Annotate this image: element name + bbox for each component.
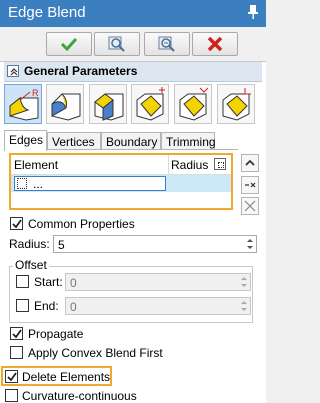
cancel-button[interactable]	[192, 32, 238, 56]
element-cell[interactable]: ...	[14, 176, 166, 191]
close-icon	[207, 36, 223, 52]
element-tabs: Edges Vertices Boundary Trimming	[4, 130, 216, 151]
column-divider	[168, 155, 169, 175]
blend-mode-variable-button[interactable]	[89, 84, 127, 124]
checkmark-icon	[7, 372, 17, 382]
curvature-continuous-label: Curvature-continuous	[22, 389, 137, 403]
chevron-up-icon	[245, 159, 255, 166]
end-offset-checkbox[interactable]	[16, 299, 29, 312]
convex-blend-checkbox[interactable]	[10, 346, 23, 359]
preview-button[interactable]	[94, 32, 140, 56]
corner-blend-icon	[179, 87, 209, 121]
tab-boundary[interactable]: Boundary	[101, 132, 161, 150]
radius-blend-icon: R	[9, 88, 39, 121]
common-properties-label: Common Properties	[28, 217, 135, 231]
radius-value: 5	[58, 238, 65, 252]
general-parameters-header[interactable]: General Parameters	[4, 62, 262, 82]
preview-icon	[108, 36, 125, 52]
clear-button[interactable]	[241, 197, 259, 215]
propagate-label: Propagate	[28, 327, 84, 341]
parameters-panel: General Parameters R Edges Vertices Boun…	[0, 62, 266, 403]
start-offset-checkbox[interactable]	[16, 275, 29, 288]
blend-mode-corner-button[interactable]	[174, 84, 212, 124]
propagate-checkbox[interactable]	[10, 327, 23, 340]
blend-mode-vertex-button[interactable]	[217, 84, 255, 124]
selection-icon	[17, 178, 27, 189]
end-offset-input[interactable]: 0	[65, 297, 251, 315]
blend-mode-radius-button[interactable]: R	[4, 84, 42, 124]
delete-elements-checkbox[interactable]	[5, 370, 18, 383]
window-title: Edge Blend	[8, 4, 86, 21]
spinner-icon[interactable]	[245, 237, 255, 251]
column-settings-icon[interactable]	[214, 158, 226, 170]
svg-text:R: R	[32, 88, 39, 98]
start-offset-label: Start:	[34, 275, 63, 289]
tab-edges[interactable]: Edges	[4, 130, 47, 151]
section-title: General Parameters	[24, 64, 138, 78]
checkmark-icon	[12, 329, 22, 339]
title-bar: Edge Blend	[0, 0, 266, 27]
column-header-element: Element	[14, 158, 59, 172]
vertex-blend-icon	[222, 88, 251, 121]
curvature-continuous-checkbox[interactable]	[5, 389, 18, 402]
tab-vertices[interactable]: Vertices	[47, 132, 101, 150]
column-header-radius: Radius	[171, 158, 209, 172]
table-header: Element Radius	[11, 155, 231, 175]
checkmark-icon	[12, 219, 22, 229]
action-toolbar	[0, 27, 266, 61]
table-row[interactable]: ...	[11, 175, 231, 192]
start-offset-value: 0	[70, 276, 77, 290]
remove-row-button[interactable]	[241, 176, 259, 194]
spinner-icon	[241, 277, 247, 287]
offset-group-title: Offset	[13, 258, 49, 272]
move-up-button[interactable]	[241, 154, 259, 172]
element-cell-text: ...	[33, 177, 44, 191]
ok-button[interactable]	[46, 32, 92, 56]
chamfer-blend-icon	[51, 93, 81, 121]
start-offset-input[interactable]: 0	[65, 273, 251, 291]
collapse-icon[interactable]	[7, 65, 19, 77]
blend-mode-toolbar: R	[4, 84, 262, 126]
pin-icon[interactable]	[248, 5, 258, 19]
radius-input[interactable]: 5	[53, 235, 257, 253]
checkmark-icon	[60, 37, 78, 51]
delete-elements-label: Delete Elements	[22, 370, 111, 384]
detail-preview-icon	[158, 36, 175, 52]
convex-blend-label: Apply Convex Blend First	[28, 346, 163, 360]
element-table[interactable]: Element Radius ...	[9, 153, 233, 210]
variable-blend-icon	[94, 93, 124, 121]
end-offset-label: End:	[34, 299, 59, 313]
spinner-icon	[241, 301, 247, 311]
blend-mode-chamfer-button[interactable]	[46, 84, 84, 124]
common-properties-checkbox[interactable]	[10, 217, 23, 230]
radius-label: Radius:	[9, 237, 50, 251]
clear-icon	[244, 200, 256, 212]
setback-blend-icon	[136, 87, 165, 121]
detail-preview-button[interactable]	[144, 32, 190, 56]
tab-trimming[interactable]: Trimming	[161, 132, 216, 150]
remove-row-icon	[245, 182, 256, 188]
blend-mode-setback-button[interactable]	[131, 84, 169, 124]
end-offset-value: 0	[70, 300, 77, 314]
